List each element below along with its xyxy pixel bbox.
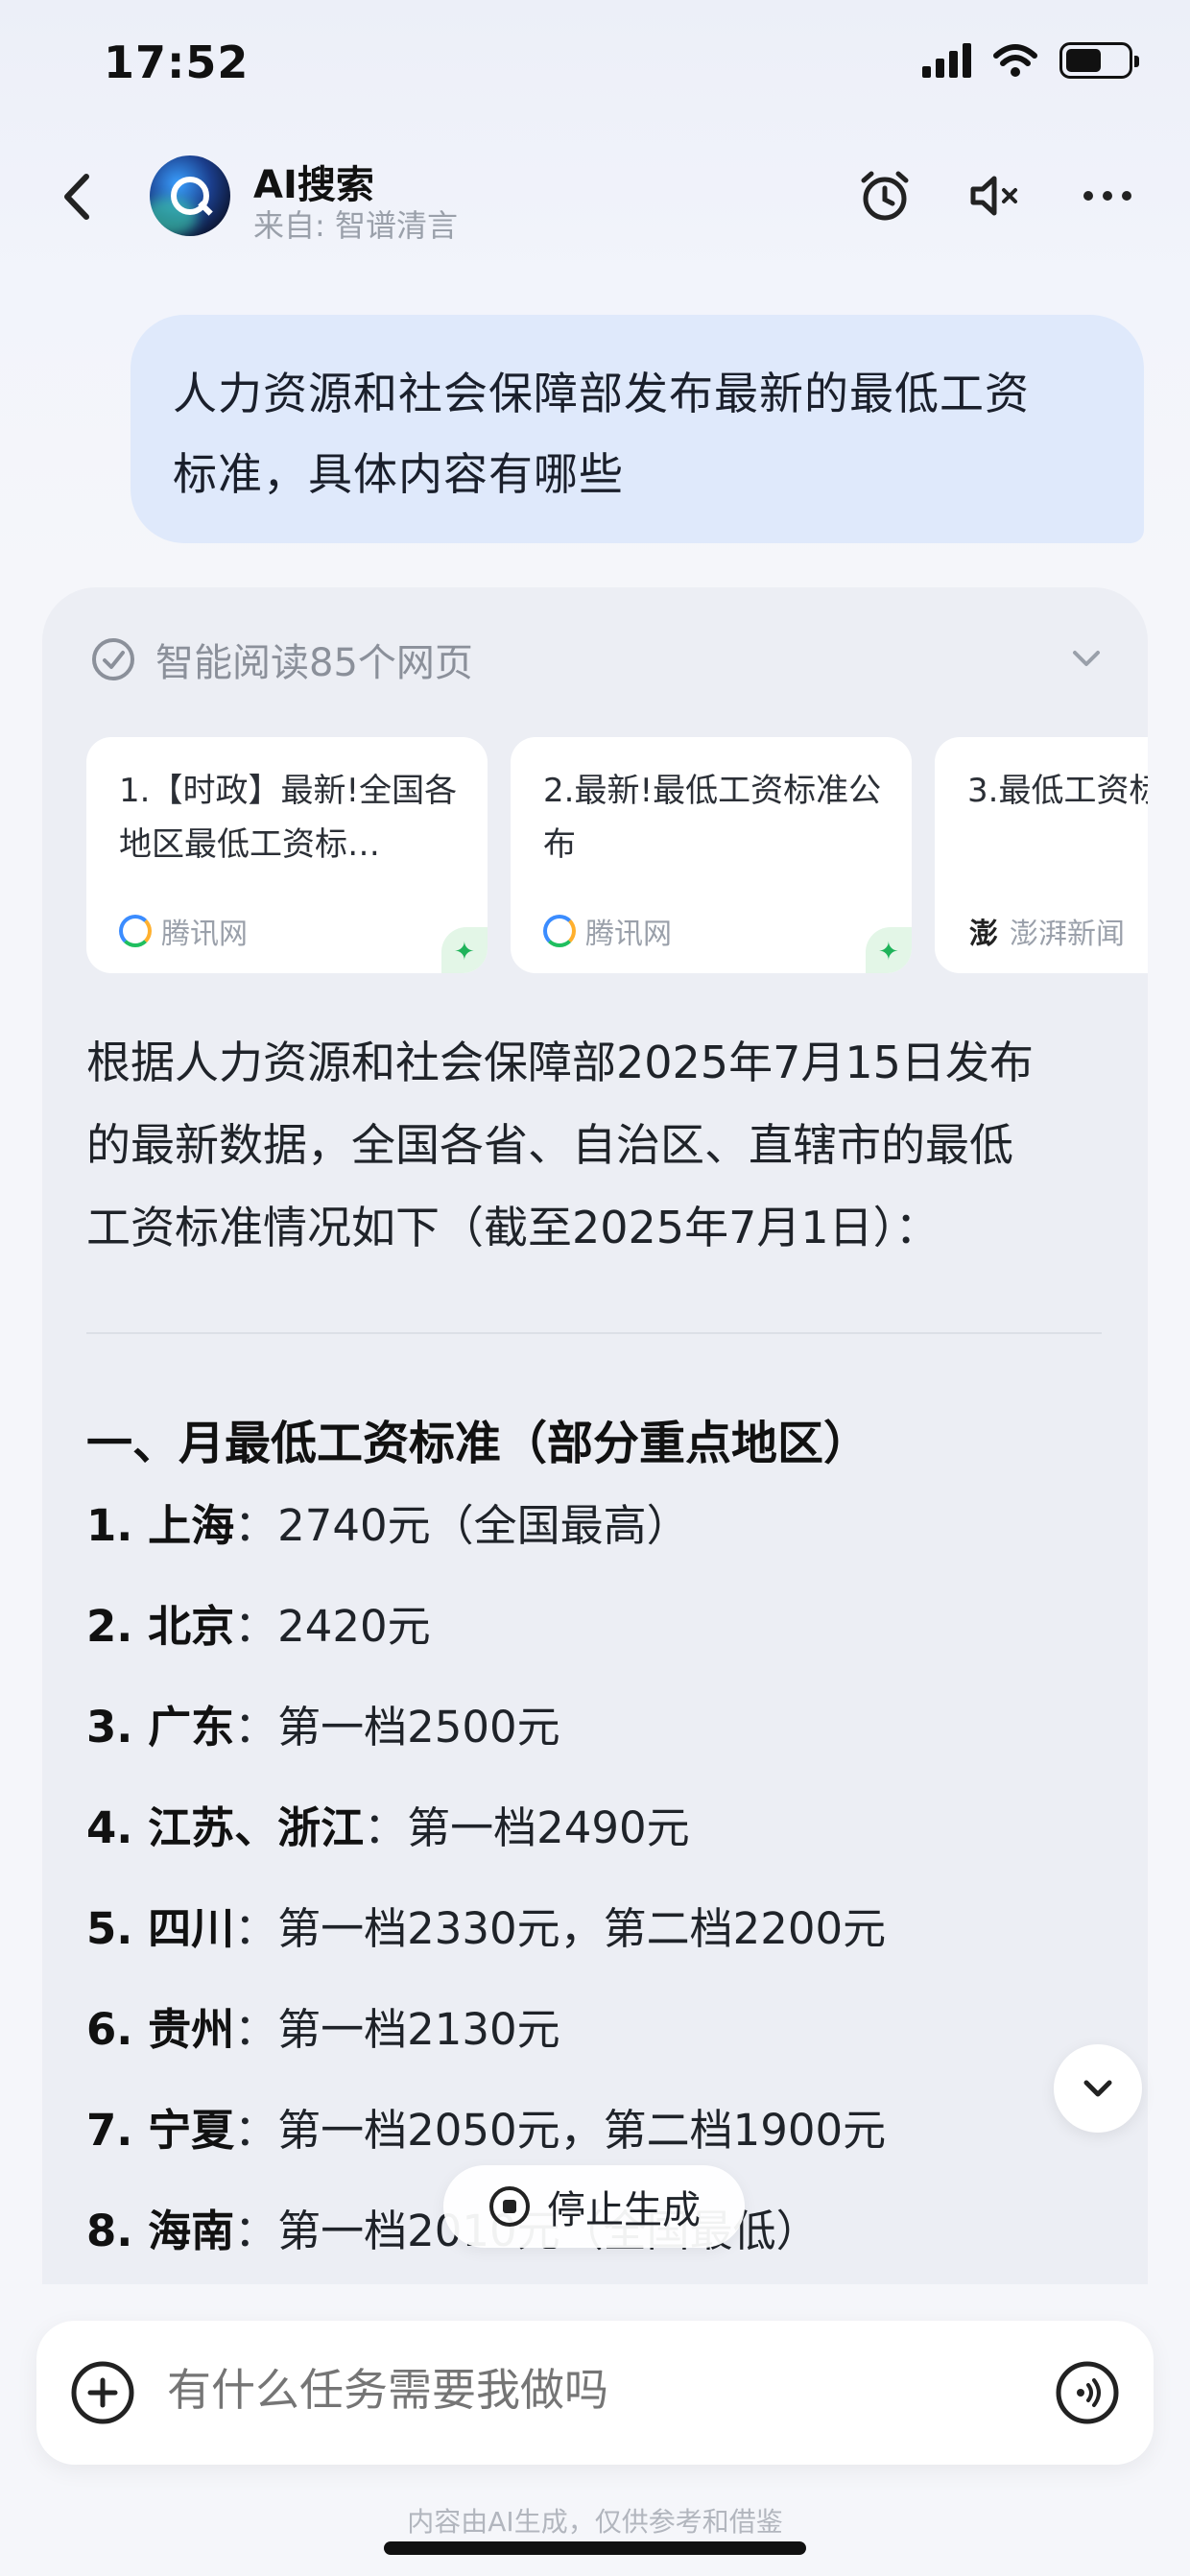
reading-label: 智能阅读85个网页: [155, 641, 473, 685]
list-item: 5. 四川：第一档2330元，第二档2200元: [86, 1900, 1104, 2001]
intro-line: 工资标准情况如下（截至2025年7月1日）：: [86, 1202, 940, 1253]
alarm-icon[interactable]: [856, 167, 914, 225]
source-card[interactable]: 1.【时政】最新!全国各地区最低工资标… 腾讯网 ✦: [86, 737, 488, 973]
source-title: 2.最新!最低工资标准公布: [543, 772, 882, 864]
status-icons: [922, 42, 1139, 79]
region-name: 7. 宁夏: [86, 2105, 235, 2156]
stop-icon: [489, 2186, 530, 2227]
region-name: 6. 贵州: [86, 2004, 235, 2055]
list-item: 6. 贵州：第一档2130元: [86, 2001, 1104, 2102]
ai-disclaimer: 内容由AI生成，仅供参考和借鉴: [407, 2506, 783, 2538]
list-item: 2. 北京：2420元: [86, 1598, 1104, 1699]
source-site-name: 澎湃新闻: [1010, 918, 1125, 951]
region-detail: ：第一档2330元，第二档2200元: [234, 1903, 887, 1954]
tencent-logo-icon: [119, 915, 152, 947]
sparkle-icon: ✦: [866, 927, 912, 973]
thepaper-logo-icon: 澎: [969, 918, 998, 951]
sparkle-icon: ✦: [441, 927, 488, 973]
app-source: 来自: 智谱清言: [253, 207, 458, 244]
mute-icon[interactable]: [965, 167, 1023, 225]
region-detail: ：第一档2050元，第二档1900元: [234, 2105, 887, 2156]
home-indicator: [384, 2541, 806, 2555]
chevron-down-icon[interactable]: [1067, 643, 1106, 672]
region-name: 4. 江苏、浙江: [86, 1802, 365, 1853]
user-message-line-1: 人力资源和社会保障部发布最新的最低工资: [173, 368, 1030, 419]
stop-label: 停止生成: [547, 2188, 701, 2232]
user-message-line-2: 标准，具体内容有哪些: [173, 448, 624, 500]
region-name: 5. 四川: [86, 1903, 235, 1954]
reading-status[interactable]: 智能阅读85个网页: [90, 635, 473, 685]
source-site-name: 腾讯网: [161, 918, 248, 951]
battery-icon: [1059, 42, 1139, 79]
answer-intro: 根据人力资源和社会保障部2025年7月15日发布 的最新数据，全国各省、自治区、…: [86, 1021, 1113, 1269]
wifi-icon: [993, 44, 1037, 77]
cellular-signal-icon: [922, 43, 971, 78]
intro-line: 根据人力资源和社会保障部2025年7月15日发布: [86, 1037, 1034, 1088]
source-title: 3.最低工资标了!: [967, 772, 1148, 810]
status-time: 17:52: [104, 36, 250, 88]
plus-icon[interactable]: [69, 2359, 136, 2426]
source-site: 澎 澎湃新闻: [967, 910, 1125, 952]
region-name: 3. 广东: [86, 1702, 235, 1753]
region-detail: ：第一档2130元: [234, 2004, 560, 2055]
source-card[interactable]: 3.最低工资标了! 澎 澎湃新闻: [935, 737, 1148, 973]
list-item: 1. 上海：2740元（全国最高）: [86, 1497, 1104, 1598]
source-site: 腾讯网: [543, 910, 672, 952]
answer-card: 智能阅读85个网页 1.【时政】最新!全国各地区最低工资标… 腾讯网 ✦ 2.最…: [42, 587, 1148, 2284]
list-item: 3. 广东：第一档2500元: [86, 1699, 1104, 1800]
region-name: 2. 北京: [86, 1601, 235, 1652]
scroll-to-bottom-button[interactable]: [1054, 2044, 1142, 2133]
region-name: 1. 上海: [86, 1500, 235, 1551]
section-title: 一、月最低工资标准（部分重点地区）: [86, 1417, 870, 1470]
chat-input[interactable]: [167, 2364, 935, 2416]
intro-line: 的最新数据，全国各省、自治区、直辖市的最低: [86, 1119, 1013, 1171]
avatar[interactable]: [150, 155, 230, 236]
chat-input-bar: [36, 2321, 1154, 2465]
check-circle-icon: [92, 638, 134, 680]
source-site-name: 腾讯网: [585, 918, 672, 951]
divider: [86, 1332, 1102, 1334]
source-cards: 1.【时政】最新!全国各地区最低工资标… 腾讯网 ✦ 2.最新!最低工资标准公布…: [86, 737, 1148, 977]
region-detail: ：2740元（全国最高）: [234, 1500, 690, 1551]
source-card[interactable]: 2.最新!最低工资标准公布 腾讯网 ✦: [511, 737, 912, 973]
more-icon[interactable]: [1079, 167, 1136, 225]
region-detail: ：第一档2500元: [234, 1702, 560, 1753]
list-item: 4. 江苏、浙江：第一档2490元: [86, 1800, 1104, 1900]
region-detail: ：2420元: [234, 1601, 431, 1652]
chevron-down-icon: [1083, 2080, 1112, 2097]
source-site: 腾讯网: [119, 910, 248, 952]
stop-generation-button[interactable]: 停止生成: [443, 2165, 745, 2248]
chat-header: AI搜索 来自: 智谱清言: [0, 144, 1190, 250]
source-title: 1.【时政】最新!全国各地区最低工资标…: [119, 772, 458, 864]
region-detail: ：第一档2490元: [364, 1802, 690, 1853]
status-bar: 17:52: [0, 0, 1190, 134]
region-name: 8. 海南: [86, 2206, 235, 2256]
back-icon[interactable]: [54, 171, 102, 223]
user-message-bubble: 人力资源和社会保障部发布最新的最低工资 标准，具体内容有哪些: [131, 315, 1144, 543]
tencent-logo-icon: [543, 915, 576, 947]
voice-call-icon[interactable]: [1054, 2359, 1121, 2426]
